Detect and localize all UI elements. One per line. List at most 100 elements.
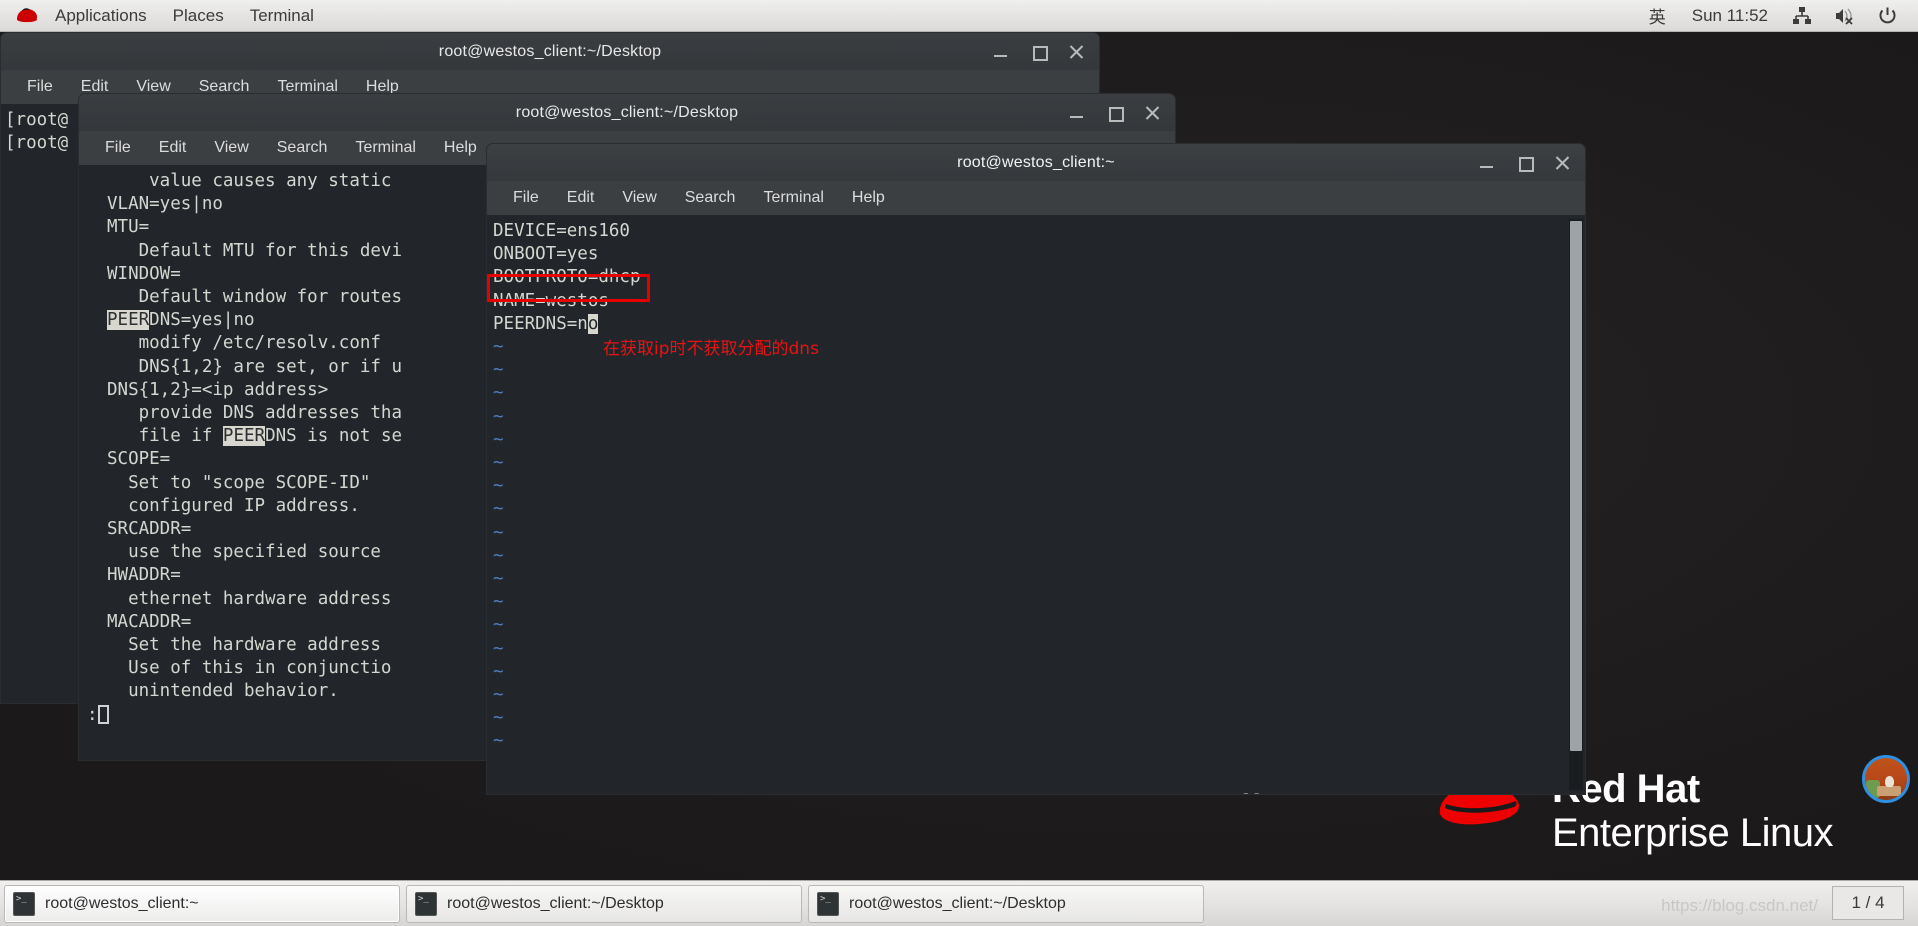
terminal-line: DNS{1,2} are set, or if u <box>107 356 403 377</box>
terminal-line: ethernet hardware address <box>107 588 392 609</box>
input-method-indicator[interactable]: 英 <box>1636 0 1679 32</box>
menu-file[interactable]: File <box>499 185 553 211</box>
minimize-button[interactable] <box>1479 155 1495 171</box>
terminal-icon <box>817 891 839 916</box>
terminal-window-front[interactable]: root@westos_client:~ File Edit View Sear… <box>486 143 1586 795</box>
menu-edit[interactable]: Edit <box>553 185 609 211</box>
menu-file[interactable]: File <box>13 74 67 100</box>
terminal-line: file if <box>107 426 223 447</box>
titlebar-front[interactable]: root@westos_client:~ <box>486 143 1586 181</box>
vim-empty-line: ~ <box>493 569 504 590</box>
minimize-button[interactable] <box>1069 105 1085 121</box>
terminal-icon <box>415 891 437 916</box>
avatar[interactable] <box>1862 755 1910 803</box>
taskbar-label: root@westos_client:~/Desktop <box>849 894 1066 912</box>
close-button[interactable] <box>1069 44 1085 60</box>
terminal-line: Set to "scope SCOPE-ID" <box>107 472 381 493</box>
config-line-onboot: ONBOOT=yes <box>493 244 599 265</box>
terminal-line: DNS=yes|no <box>149 310 255 331</box>
terminal-line: DNS is not se <box>265 426 403 447</box>
close-button[interactable] <box>1145 105 1161 121</box>
vim-cursor-position: 5,10 <box>1069 791 1111 794</box>
maximize-button[interactable] <box>1107 105 1124 122</box>
maximize-button[interactable] <box>1517 155 1534 172</box>
avatar-detail-lamp <box>1885 776 1894 787</box>
vim-empty-line: ~ <box>493 708 504 729</box>
terminal-line: Default window for routes <box>107 287 403 308</box>
vim-empty-line: ~ <box>493 522 504 543</box>
vim-empty-line: ~ <box>493 661 504 682</box>
terminal-output-front[interactable]: DEVICE=ens160 ONBOOT=yes BOOTPROTO=dhcp … <box>486 215 1586 795</box>
menu-file[interactable]: File <box>91 135 145 161</box>
vim-empty-line: ~ <box>493 429 504 450</box>
minimize-button[interactable] <box>993 44 1009 60</box>
terminal-line: Use of this in conjunctio <box>107 658 392 679</box>
clock[interactable]: Sun 11:52 <box>1679 0 1781 32</box>
terminal-line: modify /etc/resolv.conf <box>107 333 392 354</box>
menu-terminal[interactable]: Terminal <box>749 185 837 211</box>
menu-terminal[interactable]: Terminal <box>237 0 327 32</box>
brand-line-1: Red Hat <box>1552 767 1700 811</box>
taskbar-label: root@westos_client:~ <box>45 894 199 912</box>
vim-empty-line: ~ <box>493 337 504 358</box>
config-line-bootproto: BOOTPROTO=dhcp <box>493 267 641 288</box>
menu-help[interactable]: Help <box>838 185 899 211</box>
menu-view[interactable]: View <box>200 135 262 161</box>
vim-empty-line: ~ <box>493 638 504 659</box>
terminal-line: value causes any static <box>107 171 403 191</box>
vim-empty-line: ~ <box>493 615 504 636</box>
terminal-line: provide DNS addresses tha <box>107 403 403 424</box>
terminal-line: Default MTU for this devi <box>107 240 403 261</box>
menu-terminal[interactable]: Terminal <box>341 135 429 161</box>
vim-empty-line: ~ <box>493 499 504 520</box>
power-icon[interactable] <box>1867 0 1908 32</box>
close-button[interactable] <box>1555 155 1571 171</box>
terminal-line: [root@ <box>5 133 69 154</box>
terminal-line: MACADDR= <box>107 611 192 632</box>
network-icon[interactable] <box>1781 0 1823 32</box>
volume-muted-icon[interactable] <box>1823 0 1867 32</box>
terminal-line: SRCADDR= <box>107 519 192 540</box>
menu-search[interactable]: Search <box>671 185 750 211</box>
window-buttons-front <box>1479 155 1585 172</box>
titlebar-back[interactable]: root@westos_client:~/Desktop <box>0 32 1100 70</box>
config-line-name: NAME=westos <box>493 290 609 311</box>
taskbar-item-0[interactable]: root@westos_client:~ <box>4 884 400 923</box>
brand-line-2: Enterprise Linux <box>1552 811 1834 855</box>
desktop: Applications Places Terminal 英 Sun 11:52 <box>0 0 1918 926</box>
terminal-line: VLAN=yes|no <box>107 194 223 215</box>
menu-edit[interactable]: Edit <box>145 135 201 161</box>
menu-places[interactable]: Places <box>160 0 237 32</box>
avatar-detail-table <box>1877 786 1901 796</box>
system-tray: 英 Sun 11:52 <box>1636 0 1918 32</box>
menu-search[interactable]: Search <box>263 135 342 161</box>
vim-scrollbar-thumb[interactable] <box>1570 221 1582 751</box>
vim-empty-line: ~ <box>493 360 504 381</box>
menu-view[interactable]: View <box>608 185 670 211</box>
vim-empty-line: ~ <box>493 545 504 566</box>
terminal-line: WINDOW= <box>107 263 181 284</box>
window-title-front: root@westos_client:~ <box>957 153 1115 171</box>
vim-empty-line: ~ <box>493 685 504 706</box>
workspace-switcher[interactable]: 1 / 4 <box>1832 886 1904 920</box>
window-buttons-middle <box>1069 105 1175 122</box>
titlebar-middle[interactable]: root@westos_client:~/Desktop <box>78 93 1176 131</box>
terminal-line: Set the hardware address <box>107 635 392 656</box>
taskbar-item-2[interactable]: root@westos_client:~/Desktop <box>808 884 1204 923</box>
terminal-line: SCOPE= <box>107 449 171 470</box>
vim-empty-line: ~ <box>493 731 504 752</box>
taskbar-item-1[interactable]: root@westos_client:~/Desktop <box>406 884 802 923</box>
annotation-text: 在获取ip时不获取分配的dns <box>603 339 819 359</box>
text-cursor <box>97 704 109 724</box>
search-highlight: PEER <box>222 426 266 447</box>
menu-help[interactable]: Help <box>430 135 491 161</box>
config-line-peerdns: PEERDNS=n <box>493 313 588 334</box>
redhat-logo-icon[interactable] <box>14 7 40 25</box>
search-highlight: PEER <box>107 310 150 331</box>
maximize-button[interactable] <box>1031 44 1048 61</box>
vim-empty-line: ~ <box>493 453 504 474</box>
terminal-line: HWADDR= <box>107 565 181 586</box>
menu-applications[interactable]: Applications <box>42 0 160 32</box>
menubar-front: File Edit View Search Terminal Help <box>486 181 1586 215</box>
terminal-line: [root@ <box>5 110 69 130</box>
